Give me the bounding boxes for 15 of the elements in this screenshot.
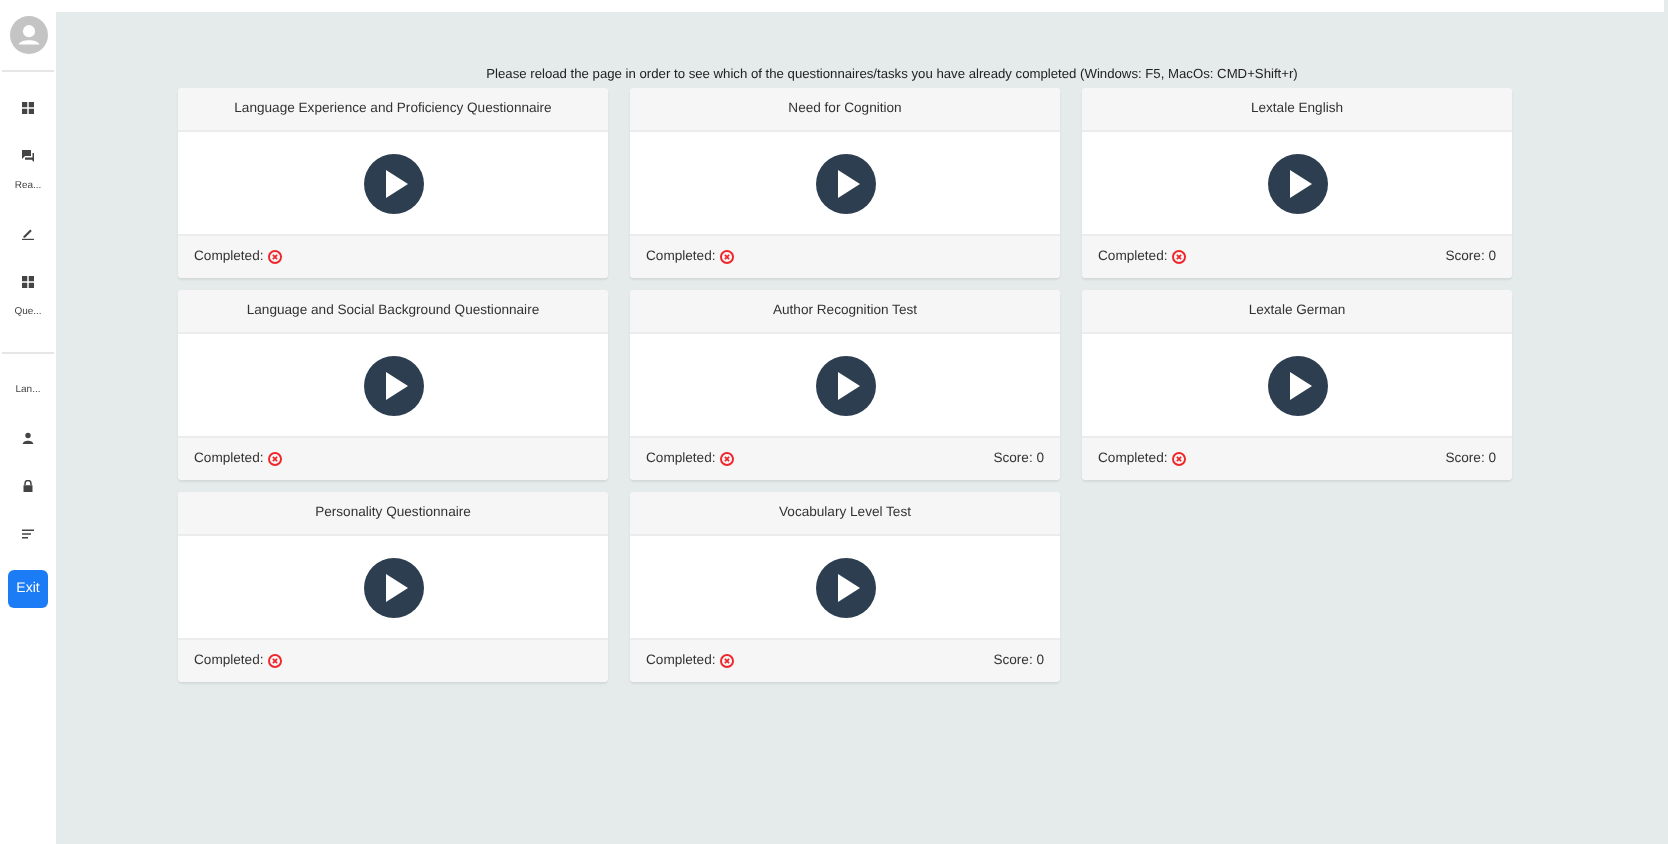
play-icon[interactable] bbox=[1267, 355, 1327, 415]
lock-icon[interactable] bbox=[22, 480, 34, 492]
play-icon[interactable] bbox=[815, 355, 875, 415]
play-icon[interactable] bbox=[363, 153, 423, 213]
play-icon[interactable] bbox=[1267, 153, 1327, 213]
person-icon[interactable] bbox=[22, 432, 34, 444]
grid-icon[interactable] bbox=[22, 276, 34, 288]
chat-icon[interactable] bbox=[22, 150, 34, 162]
play-icon[interactable] bbox=[363, 355, 423, 415]
filter-icon[interactable] bbox=[22, 528, 34, 540]
pencil-icon[interactable] bbox=[22, 228, 34, 240]
grid-icon[interactable] bbox=[22, 102, 34, 114]
play-icon[interactable] bbox=[815, 557, 875, 617]
play-icon[interactable] bbox=[815, 153, 875, 213]
play-icon[interactable] bbox=[363, 557, 423, 617]
